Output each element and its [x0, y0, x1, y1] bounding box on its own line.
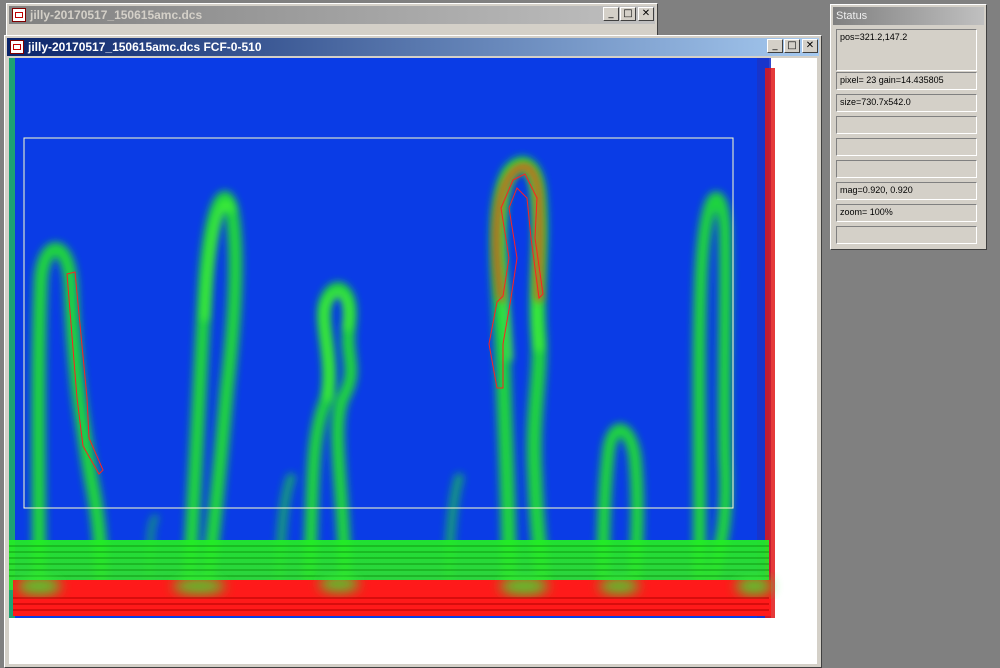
- status-pixel-gain: pixel= 23 gain=14.435805: [836, 72, 977, 90]
- status-panel[interactable]: Status pos=321.2,147.2 pixel= 23 gain=14…: [830, 4, 987, 250]
- edge-band: [9, 58, 15, 618]
- back-window-title: jilly-20170517_150615amc.dcs: [30, 8, 203, 22]
- dcs-app-icon: [12, 8, 26, 22]
- status-pos: pos=321.2,147.2: [836, 29, 977, 71]
- maximize-icon[interactable]: □: [620, 7, 636, 21]
- main-window-titlebar[interactable]: jilly-20170517_150615amc.dcs FCF-0-510 _…: [7, 38, 819, 56]
- status-title: Status: [833, 7, 984, 25]
- back-window-titlebar[interactable]: jilly-20170517_150615amc.dcs _ □ ✕: [9, 6, 655, 24]
- edge-band: [765, 68, 775, 618]
- minimize-icon[interactable]: _: [603, 7, 619, 21]
- dcs-app-icon: [10, 40, 24, 54]
- status-size: size=730.7x542.0: [836, 94, 977, 112]
- status-mag: mag=0.920, 0.920: [836, 182, 977, 200]
- status-zoom: zoom= 100%: [836, 204, 977, 222]
- plot-background: [9, 58, 769, 618]
- main-window[interactable]: jilly-20170517_150615amc.dcs FCF-0-510 _…: [4, 35, 822, 668]
- status-empty-1: [836, 116, 977, 134]
- status-empty-3: [836, 160, 977, 178]
- spectrogram-image[interactable]: [9, 58, 817, 664]
- minimize-icon[interactable]: _: [767, 39, 783, 53]
- status-empty-2: [836, 138, 977, 156]
- status-empty-4: [836, 226, 977, 244]
- main-window-title: jilly-20170517_150615amc.dcs FCF-0-510: [28, 40, 262, 54]
- close-icon[interactable]: ✕: [802, 39, 818, 53]
- image-viewport[interactable]: [9, 58, 817, 664]
- maximize-icon[interactable]: □: [784, 39, 800, 53]
- close-icon[interactable]: ✕: [638, 7, 654, 21]
